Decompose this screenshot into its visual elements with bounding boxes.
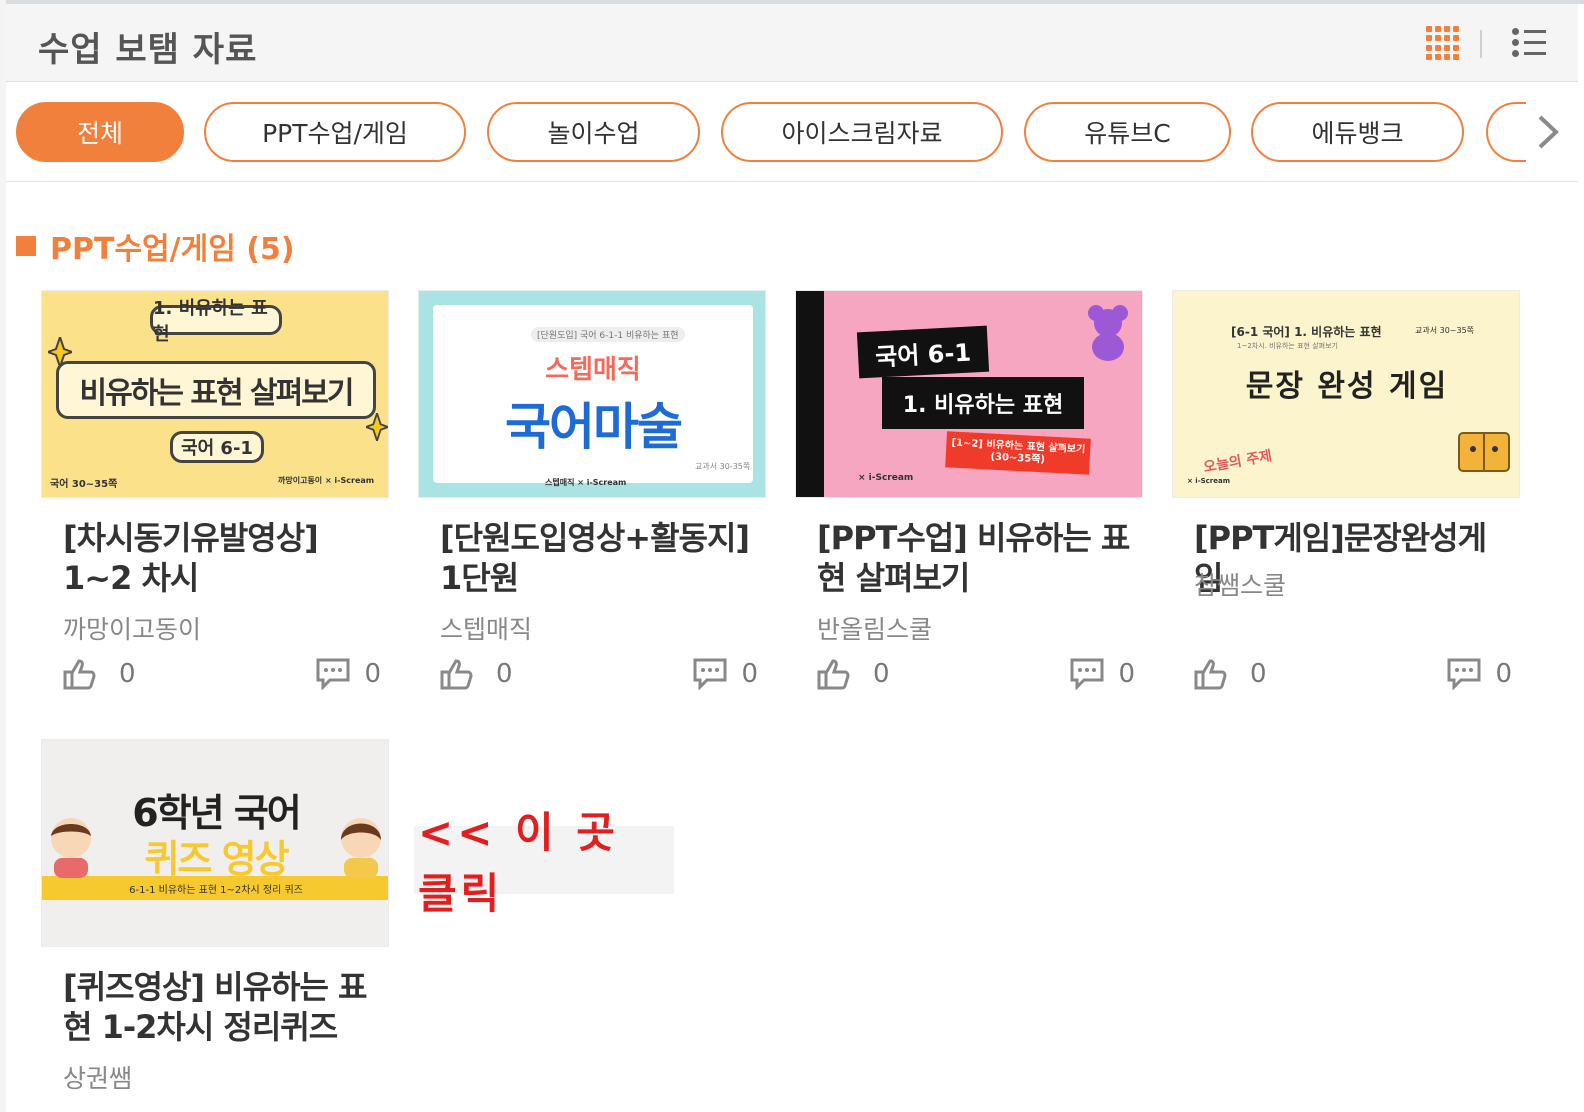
child-icon: [341, 818, 381, 878]
thumb-tag: [1~2] 비유하는 표현 살펴보기 (30~35쪽): [945, 431, 1091, 475]
thumb-deco: 오늘의 주제: [1202, 448, 1274, 476]
tab-partial[interactable]: [1486, 102, 1526, 162]
grid-view-icon[interactable]: [1426, 26, 1460, 60]
material-card[interactable]: 6학년 국어 퀴즈 영상 6-1-1 비유하는 표현 1~2차시 정리 퀴즈 […: [41, 739, 389, 1109]
card-thumbnail[interactable]: 6학년 국어 퀴즈 영상 6-1-1 비유하는 표현 1~2차시 정리 퀴즈: [41, 739, 389, 947]
thumb-corner-right: 까망이고동이 × i-Scream: [278, 476, 375, 485]
material-card[interactable]: [6-1 국어] 1. 비유하는 표현 교과서 30~35쪽 1~2차시. 비유…: [1172, 290, 1520, 690]
chevron-right-icon[interactable]: [1526, 110, 1570, 154]
thumb-footer: × i-Scream: [858, 473, 914, 483]
thumb-line1: 국어 6-1: [856, 325, 990, 379]
comment-button[interactable]: 0: [693, 654, 758, 694]
thumb-band: 6-1-1 비유하는 표현 1~2차시 정리 퀴즈: [42, 876, 388, 900]
comment-count: 0: [741, 659, 758, 689]
card-thumbnail[interactable]: 1. 비유하는 표현 비유하는 표현 살펴보기 국어 6-1 국어 30~35쪽…: [41, 290, 389, 498]
divider: [1480, 30, 1482, 58]
gummy-bear-icon: [1088, 305, 1128, 361]
sparkle-icon: [48, 337, 72, 367]
section-square-icon: [16, 236, 36, 256]
like-count: 0: [119, 659, 136, 689]
material-card[interactable]: 1. 비유하는 표현 비유하는 표현 살펴보기 국어 6-1 국어 30~35쪽…: [41, 290, 389, 690]
thumb-paper: [단원도입] 국어 6-1-1 비유하는 표현 스텝매직 국어마술 교과서 30…: [433, 305, 753, 487]
thumbs-up-icon: [1194, 659, 1227, 690]
thumb-line2: 1. 비유하는 표현: [882, 377, 1084, 429]
thumb-main: 국어마술: [505, 398, 683, 456]
thumb-sub: [단원도입] 국어 6-1-1 비유하는 표현: [531, 327, 685, 342]
section-title: PPT수업/게임 (5): [50, 232, 295, 267]
thumb-main: 비유하는 표현 살펴보기: [56, 361, 376, 419]
comment-button[interactable]: 0: [1070, 654, 1135, 694]
comment-count: 0: [364, 659, 381, 689]
comment-icon: [1447, 658, 1481, 690]
comment-count: 0: [1118, 659, 1135, 689]
sparkle-icon: [366, 413, 388, 441]
thumb-main: 문장 완성 게임: [1245, 369, 1449, 404]
child-icon: [51, 818, 91, 878]
thumbs-up-icon: [440, 659, 473, 690]
list-view-icon[interactable]: [1512, 26, 1548, 60]
tab-edubank[interactable]: 에듀뱅크: [1251, 102, 1464, 162]
tab-ppt-game[interactable]: PPT수업/게임: [204, 102, 466, 162]
thumb-page: 교과서 30~35쪽: [1415, 326, 1475, 335]
comment-icon: [1070, 658, 1104, 690]
comment-icon: [693, 658, 727, 690]
thumb-footer: × i-Scream: [1187, 477, 1231, 485]
thumb-brand: 스텝매직: [545, 355, 641, 385]
page-title: 수업 보탬 자료: [38, 30, 258, 70]
comment-count: 0: [1495, 659, 1512, 689]
header: 수업 보탬 자료: [6, 4, 1578, 82]
like-count: 0: [496, 659, 513, 689]
like-button[interactable]: 0: [440, 654, 513, 694]
comment-button[interactable]: 0: [316, 654, 381, 694]
category-tabs: 전체 PPT수업/게임 놀이수업 아이스크림자료 유튜브C 에듀뱅크: [6, 82, 1578, 182]
thumb-page: 교과서 30-35쪽: [695, 462, 751, 471]
card-author: 상권쌤: [63, 1064, 133, 1093]
card-title[interactable]: [PPT수업] 비유하는 표현 살펴보기: [817, 518, 1137, 598]
book-icon: [1458, 432, 1510, 472]
card-thumbnail[interactable]: [단원도입] 국어 6-1-1 비유하는 표현 스텝매직 국어마술 교과서 30…: [418, 290, 766, 498]
click-here-note[interactable]: << 이 곳 클릭: [414, 808, 674, 918]
like-button[interactable]: 0: [1194, 654, 1267, 694]
card-author: 반올림스쿨: [817, 615, 933, 644]
tab-iscream-material[interactable]: 아이스크림자료: [721, 102, 1003, 162]
tab-youtube-c[interactable]: 유튜브C: [1024, 102, 1231, 162]
section-header: PPT수업/게임 (5): [16, 226, 295, 267]
like-count: 0: [873, 659, 890, 689]
card-author: 까망이고동이: [63, 615, 202, 644]
like-button[interactable]: 0: [817, 654, 890, 694]
material-card[interactable]: 국어 6-1 1. 비유하는 표현 [1~2] 비유하는 표현 살펴보기 (30…: [795, 290, 1143, 690]
card-author: 스텝매직: [440, 615, 533, 644]
comment-icon: [316, 658, 350, 690]
like-count: 0: [1250, 659, 1267, 689]
comment-button[interactable]: 0: [1447, 654, 1512, 694]
card-title[interactable]: [퀴즈영상] 비유하는 표현 1-2차시 정리퀴즈: [63, 967, 383, 1047]
card-thumbnail[interactable]: [6-1 국어] 1. 비유하는 표현 교과서 30~35쪽 1~2차시. 비유…: [1172, 290, 1520, 498]
thumb-bottom-pill: 국어 6-1: [170, 431, 264, 463]
material-card[interactable]: [단원도입] 국어 6-1-1 비유하는 표현 스텝매직 국어마술 교과서 30…: [418, 290, 766, 690]
card-author: 참쌤스쿨: [1194, 571, 1287, 600]
card-title[interactable]: [차시동기유발영상] 1~2 차시: [63, 518, 383, 598]
tab-play-class[interactable]: 놀이수업: [487, 102, 700, 162]
thumb-binding: [796, 291, 824, 497]
thumb-top-pill: 1. 비유하는 표현: [150, 298, 282, 345]
card-title[interactable]: [단원도입영상+활동지] 1단원: [440, 518, 760, 598]
like-button[interactable]: 0: [63, 654, 136, 694]
thumb-footer: 스텝매직 × i-Scream: [545, 478, 627, 487]
thumb-head: [6-1 국어] 1. 비유하는 표현: [1231, 325, 1382, 339]
thumb-sub: 1~2차시. 비유하는 표현 살펴보기: [1237, 342, 1338, 350]
thumbs-up-icon: [817, 659, 850, 690]
thumb-corner-left: 국어 30~35쪽: [50, 479, 118, 490]
tab-all[interactable]: 전체: [16, 102, 184, 162]
card-thumbnail[interactable]: 국어 6-1 1. 비유하는 표현 [1~2] 비유하는 표현 살펴보기 (30…: [795, 290, 1143, 498]
thumbs-up-icon: [63, 659, 96, 690]
